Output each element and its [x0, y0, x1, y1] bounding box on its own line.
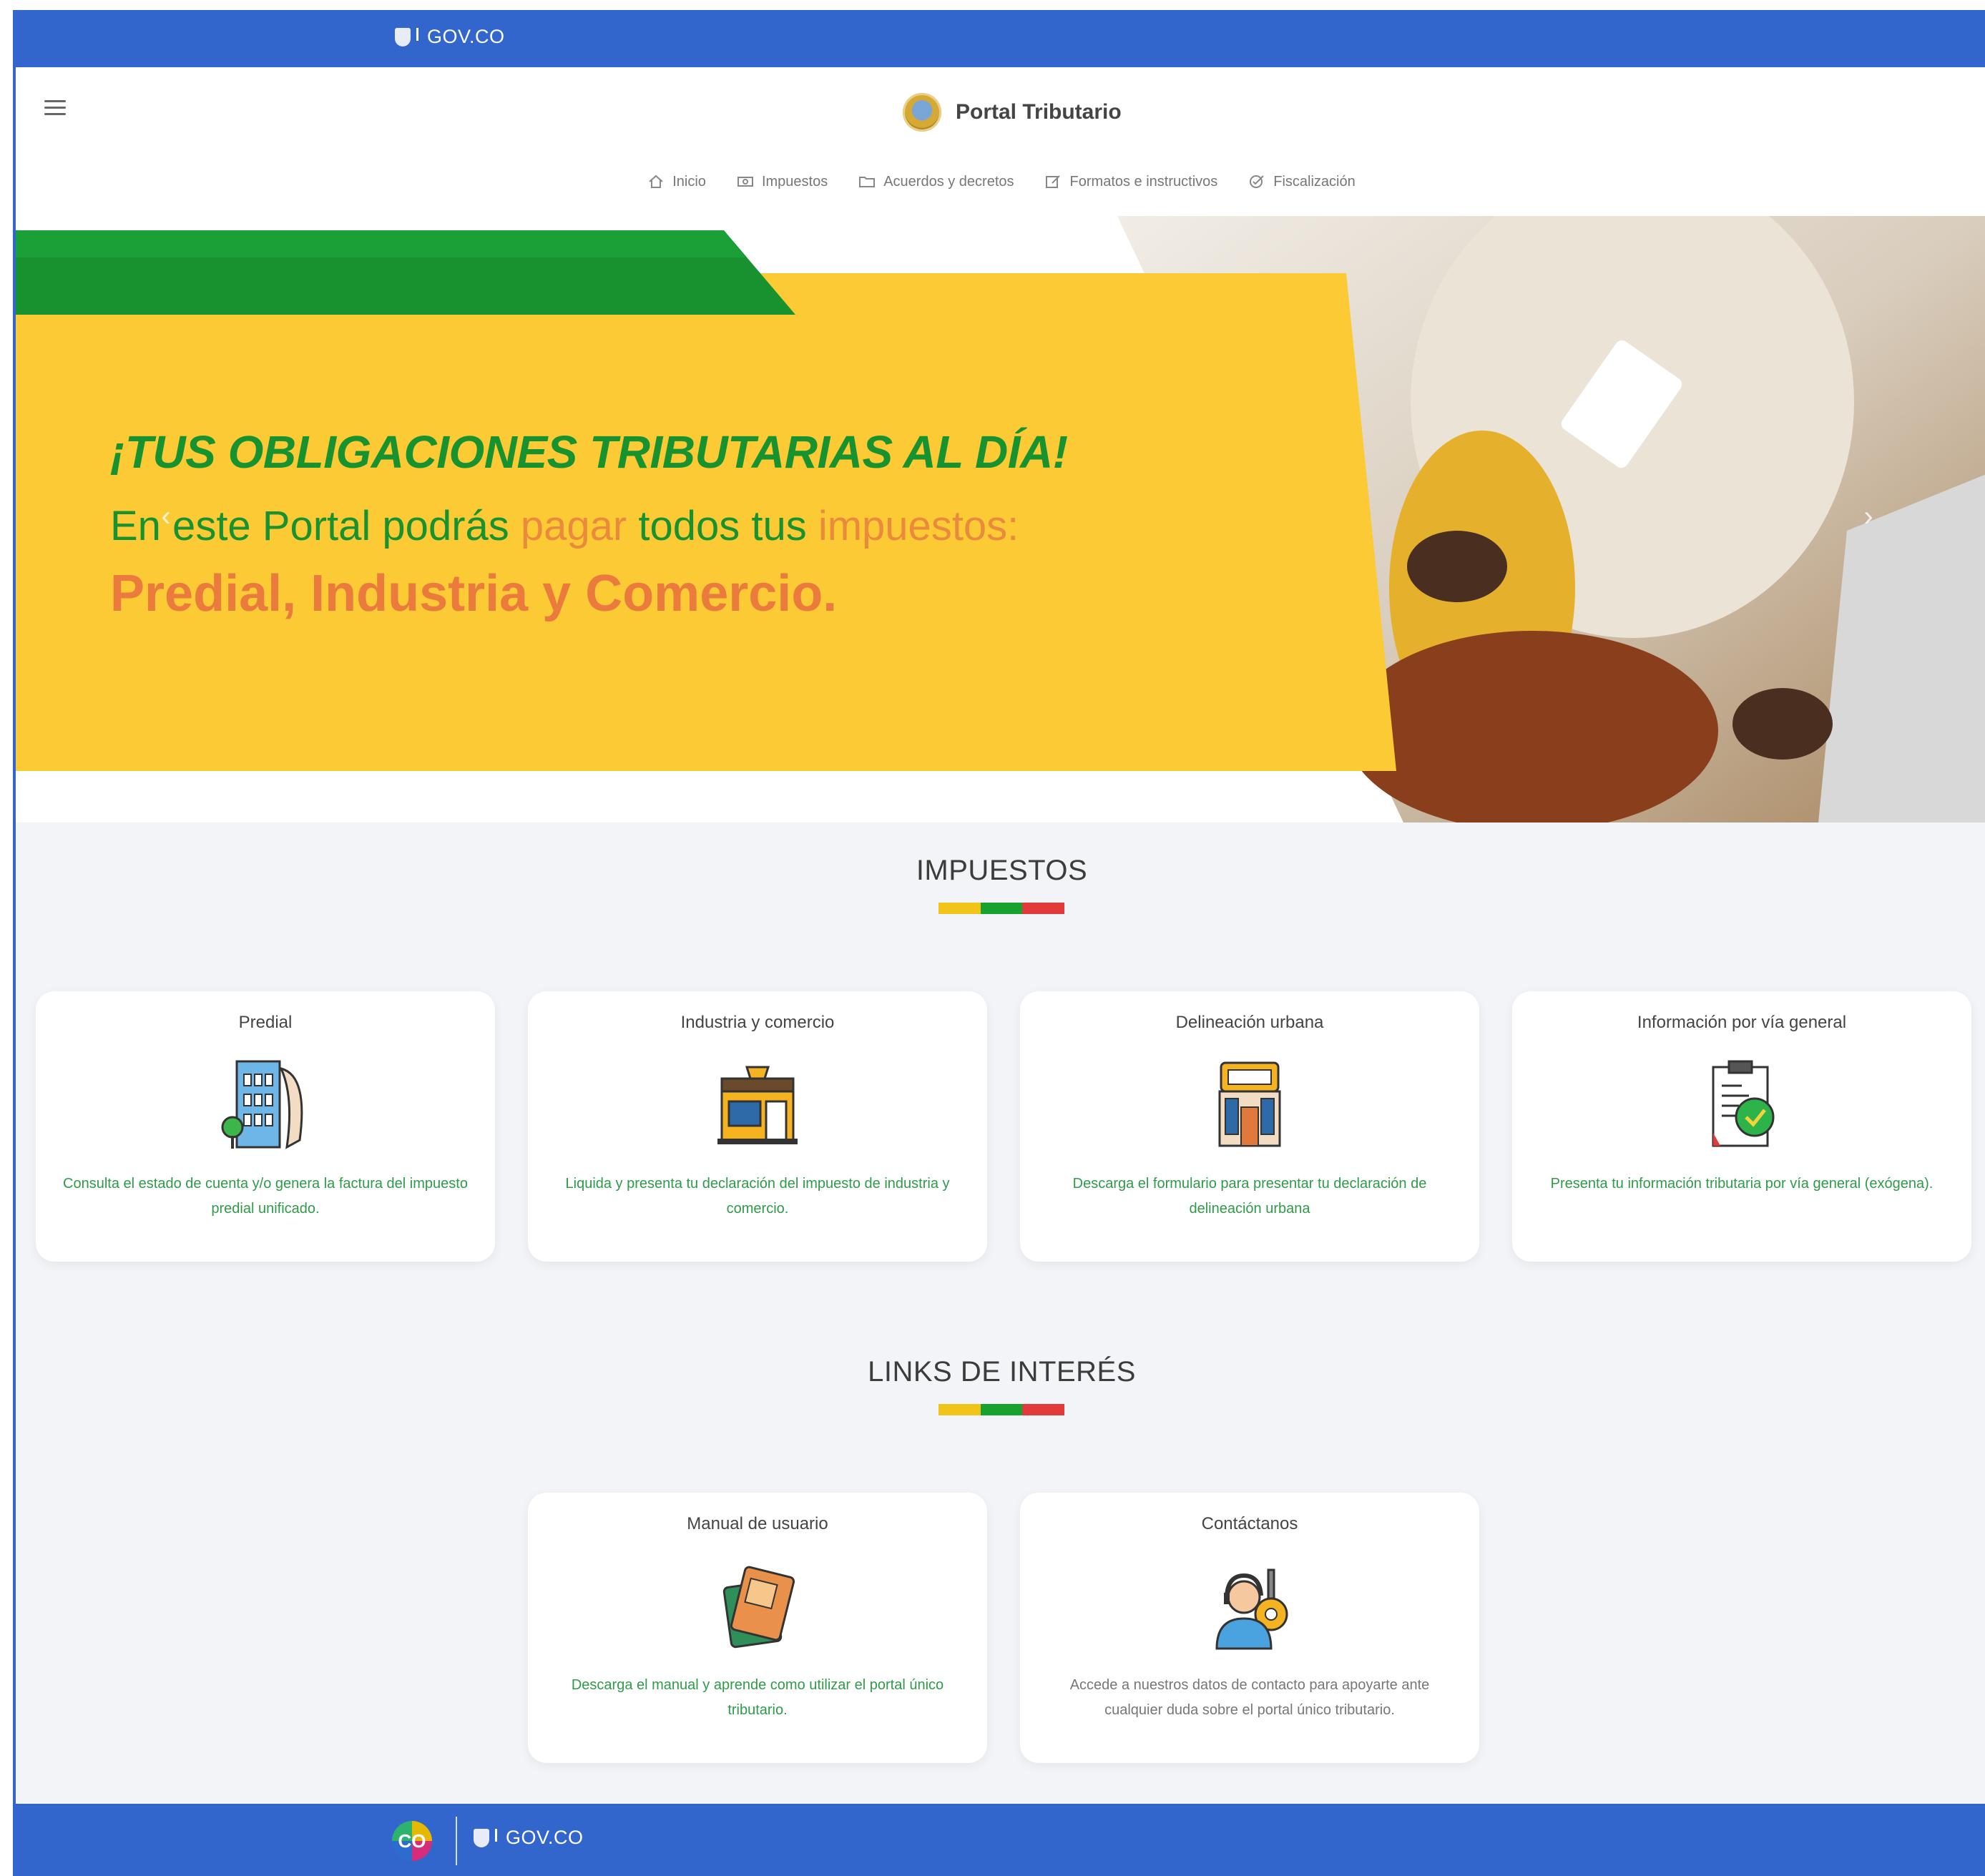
hamburger-menu-icon[interactable] — [44, 100, 66, 116]
gov-shield-icon — [395, 27, 411, 46]
gov-co-link[interactable]: GOV.CO — [395, 26, 505, 48]
money-icon — [737, 177, 753, 187]
card-predial[interactable]: Predial Consulta el estado de cuenta y/o… — [36, 991, 495, 1262]
nav-label: Impuestos — [761, 173, 828, 190]
page-title: Portal Tributario — [956, 100, 1122, 124]
check-circle-icon — [1250, 175, 1264, 188]
building-icon — [221, 1060, 303, 1149]
brand-link[interactable]: Portal Tributario — [903, 93, 1122, 132]
card-description: Accede a nuestros datos de contacto para… — [1069, 1677, 1430, 1718]
site-footer: CO GOV.CO — [16, 1804, 1985, 1876]
main-nav: Inicio Impuestos Acuerdos y decretos For… — [16, 147, 1985, 216]
links-heading: LINKS DE INTERÉS — [868, 1356, 1136, 1388]
card-description: Consulta el estado de cuenta y/o genera … — [63, 1176, 468, 1217]
nav-item-acuerdos[interactable]: Acuerdos y decretos — [859, 174, 1014, 190]
impuestos-heading: IMPUESTOS — [916, 855, 1088, 886]
gov-logo-text: GOV.CO — [427, 26, 505, 47]
card-title: Industria y comercio — [680, 1013, 835, 1032]
carousel-prev-icon[interactable]: ‹ — [152, 502, 180, 531]
section-divider — [938, 1404, 1065, 1415]
municipal-seal-logo — [903, 93, 941, 132]
nav-item-inicio[interactable]: Inicio — [648, 174, 706, 190]
site-header: Portal Tributario — [16, 67, 1985, 148]
card-delineacion-urbana[interactable]: Delineación urbana Descarga el formulari… — [1020, 991, 1479, 1262]
footer-gov-text: GOV.CO — [506, 1827, 584, 1848]
nav-item-fiscalizacion[interactable]: Fiscalización — [1249, 173, 1356, 190]
hero-headline: ¡TUS OBLIGACIONES TRIBUTARIAS AL DÍA! — [110, 426, 1068, 478]
gov-top-bar: GOV.CO — [16, 10, 1985, 67]
gov-separator — [495, 1828, 497, 1842]
store-icon — [717, 1066, 798, 1144]
page-frame: GOV.CO Portal Tributario Inicio Impuesto… — [13, 10, 1985, 1876]
book-icon — [722, 1566, 795, 1649]
nav-item-impuestos[interactable]: Impuestos — [737, 174, 828, 190]
clipboard-check-icon — [1712, 1060, 1775, 1147]
home-icon — [649, 175, 663, 188]
gov-separator — [416, 27, 418, 41]
card-title: Contáctanos — [1201, 1514, 1298, 1533]
hero-subtitle: En este Portal podrás pagar todos tus im… — [110, 503, 1019, 549]
nav-label: Formatos e instructivos — [1069, 173, 1218, 190]
hero-tax-list: Predial, Industria y Comercio. — [110, 565, 838, 622]
nav-label: Fiscalización — [1273, 173, 1356, 190]
card-manual-usuario[interactable]: Manual de usuario Descarga el manual y a… — [528, 1493, 987, 1763]
footer-separator — [456, 1817, 457, 1865]
folder-icon — [859, 177, 876, 187]
card-informacion-via-general[interactable]: Información por vía general Presenta tu … — [1512, 991, 1971, 1262]
card-title: Predial — [238, 1013, 293, 1032]
card-description: Presenta tu información tributaria por v… — [1550, 1176, 1933, 1192]
city-building-icon — [1218, 1061, 1281, 1147]
footer-gov-co-link[interactable]: GOV.CO — [474, 1827, 584, 1849]
card-description: Liquida y presenta tu declaración del im… — [565, 1176, 950, 1217]
nav-item-formatos[interactable]: Formatos e instructivos — [1045, 173, 1218, 190]
card-description: Descarga el manual y aprende como utiliz… — [571, 1677, 944, 1718]
carousel-next-icon[interactable]: › — [1854, 502, 1883, 531]
support-agent-icon — [1215, 1568, 1288, 1650]
edit-icon — [1045, 175, 1060, 188]
gov-shield-icon — [474, 1828, 489, 1847]
card-title: Delineación urbana — [1175, 1013, 1324, 1032]
section-divider — [938, 903, 1065, 914]
nav-label: Acuerdos y decretos — [883, 173, 1014, 190]
hero-carousel: ¡TUS OBLIGACIONES TRIBUTARIAS AL DÍA! En… — [16, 216, 1985, 822]
card-contactanos[interactable]: Contáctanos Accede a nuestros datos de c… — [1020, 1493, 1479, 1763]
colombia-co-logo[interactable]: CO — [392, 1821, 432, 1861]
card-industria-comercio[interactable]: Industria y comercio Liquida y presenta … — [528, 991, 987, 1262]
card-title: Información por vía general — [1637, 1013, 1847, 1032]
card-description: Descarga el formulario para presentar tu… — [1072, 1176, 1427, 1217]
nav-label: Inicio — [672, 173, 706, 190]
card-title: Manual de usuario — [687, 1514, 828, 1533]
